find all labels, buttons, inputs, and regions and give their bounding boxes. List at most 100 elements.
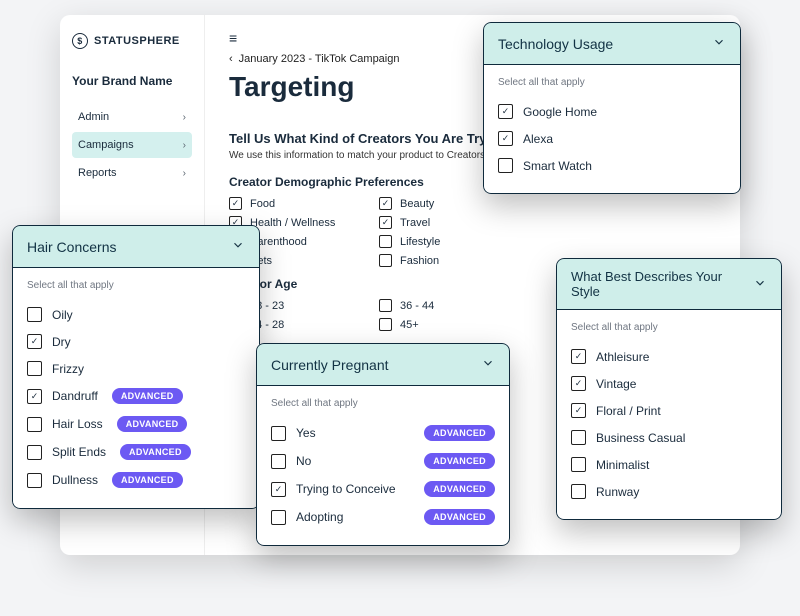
checkbox-icon[interactable]	[379, 299, 392, 312]
card-option[interactable]: NoADVANCED	[271, 447, 495, 475]
card-header[interactable]: Technology Usage	[483, 22, 741, 65]
checkbox-icon[interactable]	[571, 484, 586, 499]
demo-option[interactable]: Lifestyle	[379, 235, 529, 248]
card-body: Select all that apply YesADVANCEDNoADVANC…	[256, 386, 510, 546]
card-option[interactable]: Trying to ConceiveADVANCED	[271, 475, 495, 503]
card-body: Select all that applyAthleisureVintageFl…	[556, 310, 782, 520]
card-option[interactable]: Vintage	[571, 370, 767, 397]
sidebar-item-admin[interactable]: Admin ›	[72, 104, 192, 130]
card-option[interactable]: Smart Watch	[498, 152, 726, 179]
card-option[interactable]: Athleisure	[571, 343, 767, 370]
card-body: Select all that apply Google Home Alexa Sma…	[483, 65, 741, 194]
checkbox-icon[interactable]	[571, 349, 586, 364]
checkbox-icon[interactable]	[271, 510, 286, 525]
checkbox-icon[interactable]	[379, 235, 392, 248]
chevron-down-icon	[231, 238, 245, 255]
card-option[interactable]: Minimalist	[571, 451, 767, 478]
checkbox-icon[interactable]	[379, 318, 392, 331]
card-style: What Best Describes Your Style Select all…	[556, 258, 782, 520]
checkbox-icon[interactable]	[271, 454, 286, 469]
checkbox-icon[interactable]	[498, 158, 513, 173]
checkbox-icon[interactable]	[379, 216, 392, 229]
checkbox-icon[interactable]	[571, 430, 586, 445]
checkbox-icon[interactable]	[27, 307, 42, 322]
checkbox-icon[interactable]	[27, 445, 42, 460]
checkbox-icon[interactable]	[571, 457, 586, 472]
card-title: Technology Usage	[498, 36, 613, 52]
card-option[interactable]: Dry	[27, 328, 245, 355]
card-option[interactable]: Adopting ADVANCED	[271, 503, 495, 531]
checkbox-icon[interactable]	[229, 197, 242, 210]
demo-grid: FoodBeautyHealth / WellnessTravelParenth…	[229, 197, 716, 267]
card-option[interactable]: Floral / Print	[571, 397, 767, 424]
card-header[interactable]: Hair Concerns	[12, 225, 260, 268]
demo-option[interactable]: Fashion	[379, 254, 529, 267]
card-title: What Best Describes Your Style	[571, 269, 753, 299]
checkbox-icon[interactable]	[498, 131, 513, 146]
age-option[interactable]: 45+	[379, 318, 529, 331]
option-label: Hair Loss	[52, 417, 103, 431]
checkbox-icon[interactable]	[27, 334, 42, 349]
card-option[interactable]: Frizzy	[27, 355, 245, 382]
chevron-down-icon	[712, 35, 726, 52]
demo-option[interactable]: Food	[229, 197, 379, 210]
card-option[interactable]: Runway	[571, 478, 767, 505]
checkbox-icon[interactable]	[271, 426, 286, 441]
checkbox-icon[interactable]	[27, 473, 42, 488]
advanced-badge: ADVANCED	[424, 453, 495, 469]
card-body: Select all that applyOilyDryFrizzyDandru…	[12, 268, 260, 509]
sidebar-item-reports[interactable]: Reports ›	[72, 160, 192, 186]
sidebar-item-campaigns[interactable]: Campaigns ›	[72, 132, 192, 158]
checkbox-icon[interactable]	[271, 482, 286, 497]
age-option[interactable]: 36 - 44	[379, 299, 529, 312]
card-header[interactable]: What Best Describes Your Style	[556, 258, 782, 310]
advanced-badge: ADVANCED	[117, 416, 188, 432]
checkbox-icon[interactable]	[27, 361, 42, 376]
checkbox-icon[interactable]	[27, 417, 42, 432]
checkbox-icon[interactable]	[571, 403, 586, 418]
card-option[interactable]: Hair Loss ADVANCED	[27, 410, 245, 438]
chevron-right-icon: ›	[183, 112, 186, 123]
option-label: Fashion	[400, 255, 439, 267]
checkbox-icon[interactable]	[571, 376, 586, 391]
chevron-right-icon: ›	[183, 140, 186, 151]
option-label: Runway	[596, 485, 639, 499]
card-option[interactable]: DullnessADVANCED	[27, 466, 245, 494]
option-label: Dry	[52, 335, 71, 349]
option-label: Google Home	[523, 105, 597, 119]
option-label: Business Casual	[596, 431, 685, 445]
option-label: Adopting	[296, 510, 343, 524]
option-label: Oily	[52, 308, 73, 322]
option-label: Floral / Print	[596, 404, 661, 418]
card-header[interactable]: Currently Pregnant	[256, 343, 510, 386]
card-option[interactable]: Split Ends ADVANCED	[27, 438, 245, 466]
checkbox-icon[interactable]	[27, 389, 42, 404]
chevron-down-icon	[481, 356, 495, 373]
card-option[interactable]: Alexa	[498, 125, 726, 152]
option-label: Smart Watch	[523, 159, 592, 173]
card-hint: Select all that apply	[271, 398, 495, 409]
option-label: Split Ends	[52, 445, 106, 459]
advanced-badge: ADVANCED	[424, 509, 495, 525]
option-label: 45+	[400, 319, 419, 331]
option-label: Beauty	[400, 198, 434, 210]
checkbox-icon[interactable]	[379, 254, 392, 267]
card-option[interactable]: YesADVANCED	[271, 419, 495, 447]
advanced-badge: ADVANCED	[120, 444, 191, 460]
card-option[interactable]: Google Home	[498, 98, 726, 125]
checkbox-icon[interactable]	[498, 104, 513, 119]
card-option[interactable]: Business Casual	[571, 424, 767, 451]
sidebar-item-label: Campaigns	[78, 139, 134, 151]
option-label: Travel	[400, 217, 430, 229]
card-option[interactable]: DandruffADVANCED	[27, 382, 245, 410]
checkbox-icon[interactable]	[379, 197, 392, 210]
card-hint: Select all that apply	[498, 77, 726, 88]
brand-name: Your Brand Name	[72, 74, 192, 88]
card-hint: Select all that apply	[27, 280, 245, 291]
card-technology-usage: Technology Usage Select all that apply Goo…	[483, 22, 741, 194]
option-label: Dandruff	[52, 389, 98, 403]
demo-option[interactable]: Travel	[379, 216, 529, 229]
card-option[interactable]: Oily	[27, 301, 245, 328]
demo-option[interactable]: Beauty	[379, 197, 529, 210]
option-label: Food	[250, 198, 275, 210]
